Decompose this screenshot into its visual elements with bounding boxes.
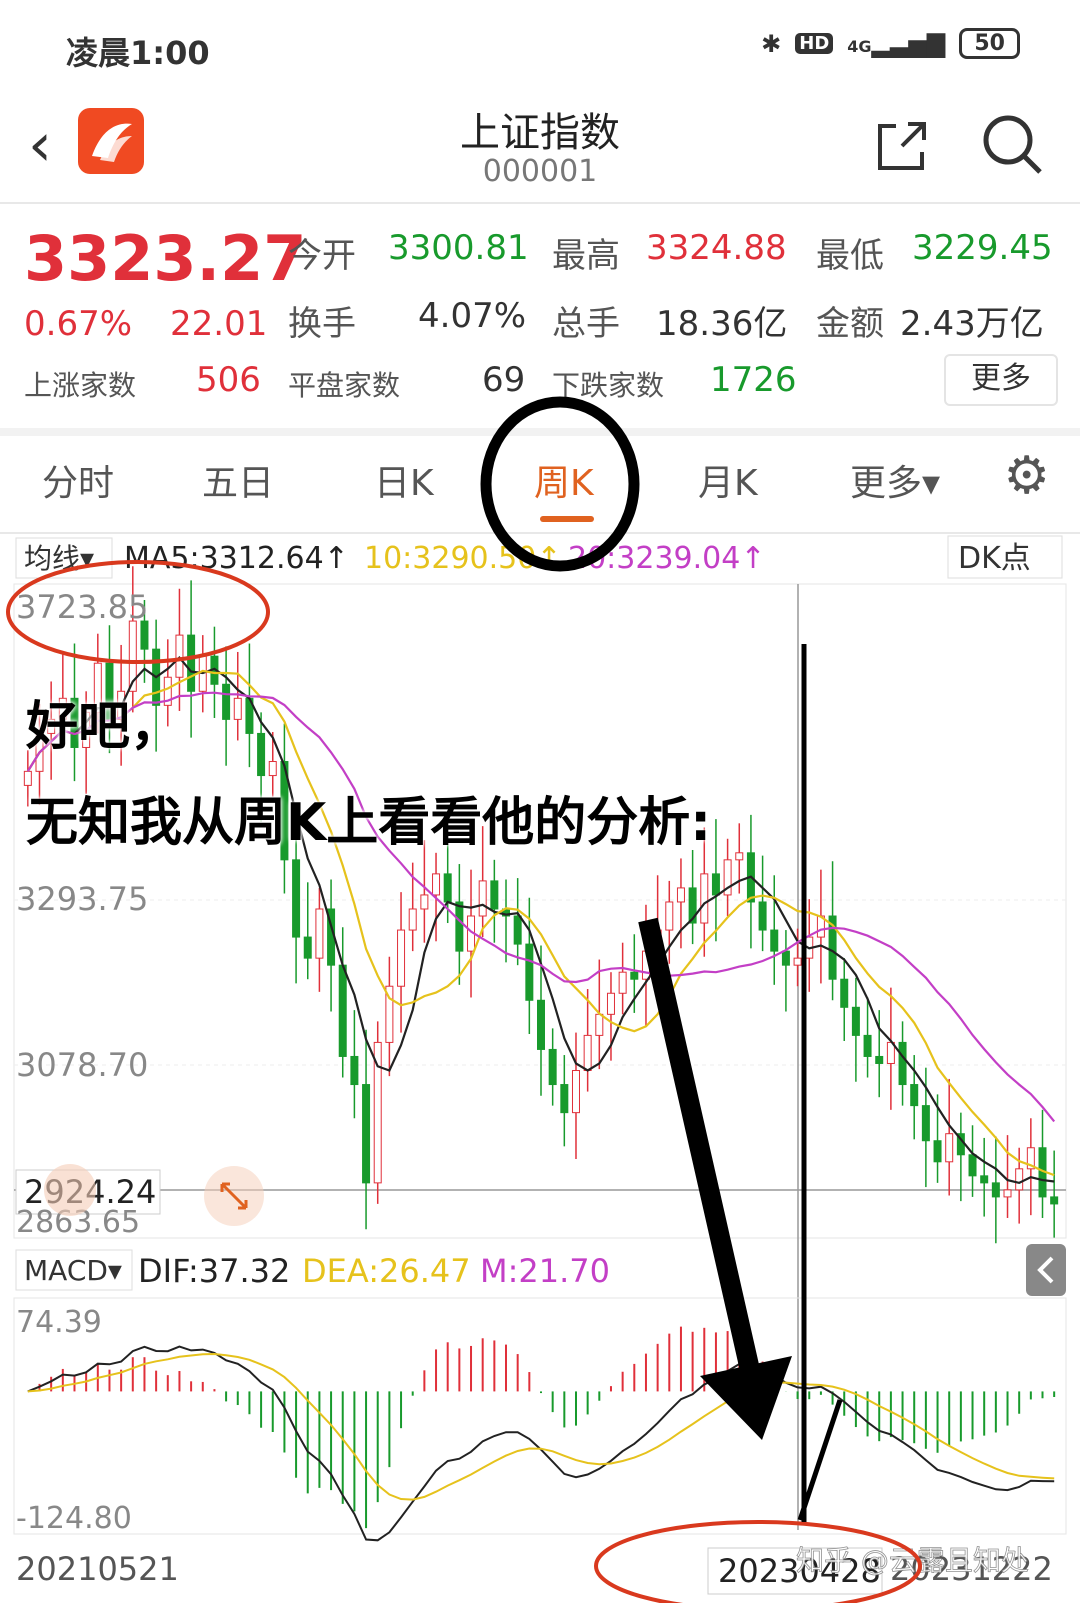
candle-body xyxy=(676,887,685,903)
dk-button[interactable]: DK点 xyxy=(958,541,1031,576)
candle-body xyxy=(863,1034,872,1057)
candle-body xyxy=(350,1055,359,1086)
candle-body xyxy=(840,978,849,1008)
candle-body xyxy=(910,1084,919,1107)
candle-body xyxy=(432,873,441,896)
candle-body xyxy=(583,1034,592,1072)
ma5-label: MA5:3312.64↑ xyxy=(124,541,349,576)
candle-body xyxy=(455,901,464,952)
annotation-arrow-shaft xyxy=(638,917,760,1373)
candle-body xyxy=(478,880,487,917)
macd-dif: DIF:37.32 xyxy=(138,1252,290,1290)
candle-body xyxy=(490,880,499,910)
candle-body xyxy=(303,936,312,959)
candle-body xyxy=(1015,1168,1024,1191)
price-panel xyxy=(13,583,1067,1239)
candle-body xyxy=(548,1048,557,1086)
prev-arrow-icon[interactable] xyxy=(44,1164,96,1216)
candle-body xyxy=(630,971,639,980)
candle-body xyxy=(420,894,429,910)
candle-body xyxy=(292,859,301,938)
candle-body xyxy=(980,1175,989,1184)
candle-body xyxy=(898,1041,907,1086)
candle-body xyxy=(408,908,417,931)
candle-body xyxy=(1003,1189,1012,1198)
price-tick: 3293.75 xyxy=(16,880,148,918)
candles xyxy=(23,566,1059,1244)
candle-body xyxy=(595,1013,604,1036)
candle-body xyxy=(875,1055,884,1064)
annotation-arrow-head xyxy=(700,1356,792,1440)
candle-body xyxy=(735,852,744,861)
macd-selector[interactable]: MACD▾ xyxy=(24,1254,122,1287)
candle-body xyxy=(945,1133,954,1163)
ma-selector[interactable]: 均线▾ xyxy=(24,542,94,575)
candle-body xyxy=(560,1084,569,1114)
candle-body xyxy=(618,971,627,994)
candle-body xyxy=(222,683,231,720)
candle-body xyxy=(921,1105,930,1142)
watermark: 知乎 @云露且知处 xyxy=(796,1544,1029,1577)
overlay-line-2: 无知我从周K上看看他的分析: xyxy=(26,793,712,853)
date-start: 20210521 xyxy=(16,1550,179,1588)
candle-body xyxy=(373,1041,382,1184)
macd-m: M:21.70 xyxy=(480,1252,610,1290)
candle-body xyxy=(443,873,452,903)
candle-body xyxy=(793,957,802,966)
macd-dea: DEA:26.47 xyxy=(302,1252,471,1290)
macd-tick-top: 74.39 xyxy=(16,1305,102,1340)
candle-body xyxy=(338,964,347,1057)
candle-body xyxy=(537,999,545,1050)
candle-body xyxy=(758,901,767,931)
candle-body xyxy=(525,943,534,1001)
candle-body xyxy=(770,929,779,952)
dif-line xyxy=(27,1345,1055,1542)
macd-tick-bottom: -124.80 xyxy=(16,1501,132,1536)
candle-body xyxy=(851,1006,860,1036)
candle-body xyxy=(711,873,720,896)
price-tick: 3078.70 xyxy=(16,1046,148,1084)
candle-body xyxy=(513,915,522,945)
candle-body xyxy=(606,992,615,1015)
candle-body xyxy=(968,1154,977,1177)
candle-body xyxy=(315,908,324,959)
candle-body xyxy=(571,1070,580,1114)
dea-line xyxy=(27,1352,1055,1501)
candle-body xyxy=(187,634,196,692)
overlay-line-1: 好吧， xyxy=(26,697,183,757)
candle-body xyxy=(397,929,406,987)
macd-panel xyxy=(13,1297,1067,1535)
candle-body xyxy=(933,1140,942,1163)
candle-body xyxy=(268,761,277,777)
candle-body xyxy=(991,1182,1000,1198)
candle-body xyxy=(257,732,266,777)
price-tick-top: 3723.85 xyxy=(16,588,148,626)
collapse-panel-button[interactable] xyxy=(1026,1244,1066,1296)
candle-body xyxy=(700,873,709,924)
candle-body xyxy=(1050,1196,1059,1205)
macd-lines xyxy=(27,1345,1055,1542)
candle-body xyxy=(781,950,790,966)
candle-body xyxy=(665,901,674,931)
candle-body xyxy=(362,1084,371,1184)
candle-body xyxy=(233,697,242,720)
